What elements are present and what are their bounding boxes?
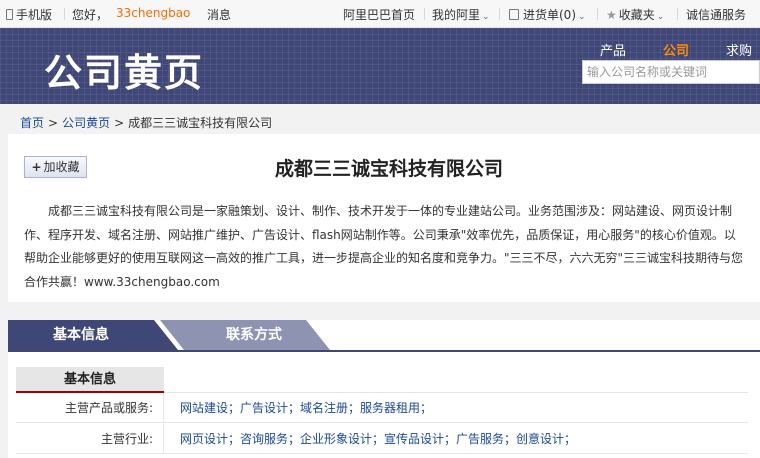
page-title: 公司黄页 [44,51,205,95]
row-label: 主营行业: [16,424,164,454]
table-row: 主营产品或服务: 网站建设；广告设计；域名注册；服务器租用； [16,393,748,423]
breadcrumb-current: 成都三三诚宝科技有限公司 [128,116,273,130]
table-row: 主营行业: 网页设计；咨询服务；企业形象设计；宣传品设计；广告服务；创意设计； [16,424,748,454]
breadcrumb-home[interactable]: 首页 [20,116,44,130]
purchase-list-menu[interactable]: 进货单(0) ⌄ [509,6,586,23]
divider [677,8,678,20]
star-icon: ★ [606,8,617,22]
phone-icon [6,9,13,20]
favorites-menu[interactable]: ★ 收藏夹 ⌄ [606,6,664,23]
company-name: 成都三三诚宝科技有限公司 [274,158,503,180]
company-card: 成都三三诚宝科技有限公司 + 加收藏 成都三三诚宝科技有限公司是一家融策划、设计、… [8,134,760,302]
plus-icon: + [31,160,42,174]
breadcrumb-separator: > [48,116,59,130]
divider [499,8,500,20]
nav-products[interactable]: 产品 [600,40,626,59]
row-value: 网页设计；咨询服务；企业形象设计；宣传品设计；广告服务；创意设计； [180,424,576,454]
chevron-down-icon: ⌄ [656,12,665,22]
tab-basic-info[interactable]: 基本信息 [8,320,178,350]
section-heading: 基本信息 [16,367,164,393]
purchase-list-icon [509,9,519,20]
main-industry-link[interactable]: 网页设计；咨询服务；企业形象设计；宣传品设计；广告服务；创意设计； [180,432,576,446]
greeting-text: 您好， [72,8,109,22]
row-label: 主营产品或服务: [16,393,164,423]
info-tabs: 基本信息 联系方式 [8,320,760,352]
chevron-down-icon: ⌄ [482,12,490,22]
chevron-down-icon: ⌄ [578,12,586,22]
nav-companies[interactable]: 公司 [663,40,689,59]
trust-service-menu[interactable]: 诚信通服务 [686,6,746,23]
row-value: 网站建设；广告设计；域名注册；服务器租用； [180,393,432,423]
nav-buying[interactable]: 求购 [726,40,752,59]
header-banner: 公司黄页 产品 公司 求购 [0,28,760,104]
basic-info-section: 基本信息 主营产品或服务: 网站建设；广告设计；域名注册；服务器租用； 主营行业… [8,352,760,458]
breadcrumb: 首页 > 公司黄页 > 成都三三诚宝科技有限公司 [20,114,272,131]
username-link[interactable]: 33chengbao [116,6,190,20]
breadcrumb-separator: > [114,116,125,130]
divider [424,8,425,20]
alibaba-home-link[interactable]: 阿里巴巴首页 [343,6,415,23]
main-products-link[interactable]: 网站建设；广告设计；域名注册；服务器租用； [180,401,432,415]
divider [64,8,65,20]
top-bar: 手机版 您好， 33chengbao 消息 阿里巴巴首页 我的阿里 ⌄ 进货单(0… [0,0,760,28]
company-intro: 成都三三诚宝科技有限公司是一家融策划、设计、制作、技术开发于一体的专业建站公司。… [24,204,744,289]
add-favorite-button[interactable]: + 加收藏 [24,156,87,178]
search-input[interactable] [582,60,760,84]
breadcrumb-yellow-pages[interactable]: 公司黄页 [62,116,110,130]
tab-contact[interactable]: 联系方式 [160,320,330,350]
my-alibaba-menu[interactable]: 我的阿里 ⌄ [432,6,490,23]
mobile-link[interactable]: 手机版 [6,6,52,23]
divider [597,8,598,20]
messages-link[interactable]: 消息 [207,6,231,23]
